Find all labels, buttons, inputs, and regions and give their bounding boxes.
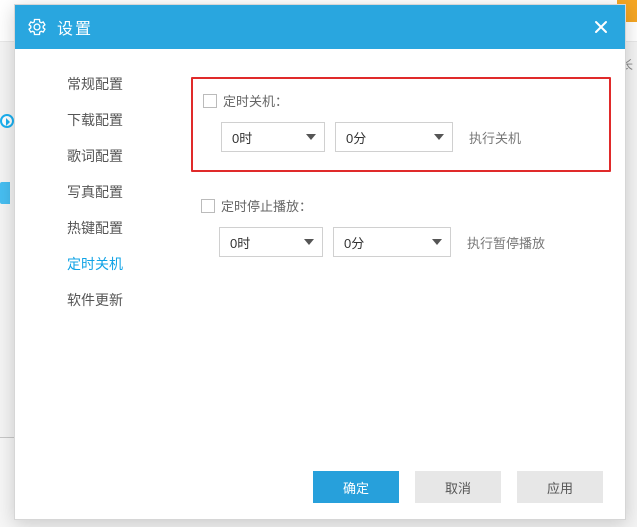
pause-checkbox[interactable]	[201, 199, 215, 213]
close-button[interactable]	[589, 15, 613, 39]
dialog-body: 常规配置 下载配置 歌词配置 写真配置 热键配置 定时关机 软件更新 定时关机：…	[15, 49, 625, 455]
pause-selects: 0时 0分 执行暂停播放	[201, 227, 607, 257]
shutdown-checkbox-label: 定时关机：	[223, 91, 288, 110]
sidebar-item-hotkey[interactable]: 热键配置	[15, 211, 175, 245]
sidebar-item-general[interactable]: 常规配置	[15, 67, 175, 101]
pause-checkbox-label: 定时停止播放：	[221, 196, 312, 215]
pause-hour-select[interactable]: 0时	[219, 227, 323, 257]
gear-icon	[27, 17, 47, 37]
pause-minute-value: 0分	[344, 233, 432, 252]
pause-checkbox-row: 定时停止播放：	[201, 196, 607, 215]
close-icon	[594, 20, 608, 34]
sidebar-item-photo[interactable]: 写真配置	[15, 175, 175, 209]
titlebar: 设置	[15, 5, 625, 49]
shutdown-minute-value: 0分	[346, 128, 434, 147]
pause-hour-value: 0时	[230, 233, 304, 252]
content-pane: 定时关机： 0时 0分 执行关机	[175, 49, 625, 455]
shutdown-action-label: 执行关机	[469, 128, 521, 147]
background-ring-icon	[0, 114, 14, 128]
shutdown-checkbox[interactable]	[203, 94, 217, 108]
sidebar-item-lyrics[interactable]: 歌词配置	[15, 139, 175, 173]
background-blue-chip	[0, 182, 10, 204]
sidebar-item-update[interactable]: 软件更新	[15, 283, 175, 317]
timed-pause-group: 定时停止播放： 0时 0分 执行暂停播放	[201, 196, 607, 257]
sidebar: 常规配置 下载配置 歌词配置 写真配置 热键配置 定时关机 软件更新	[15, 49, 175, 455]
chevron-down-icon	[434, 134, 444, 140]
pause-action-label: 执行暂停播放	[467, 233, 545, 252]
ok-button[interactable]: 确定	[313, 471, 399, 503]
pause-minute-select[interactable]: 0分	[333, 227, 451, 257]
settings-dialog: 设置 常规配置 下载配置 歌词配置 写真配置 热键配置 定时关机 软件更新 定时…	[14, 4, 626, 520]
timed-shutdown-group: 定时关机： 0时 0分 执行关机	[191, 77, 611, 172]
chevron-down-icon	[304, 239, 314, 245]
shutdown-hour-value: 0时	[232, 128, 306, 147]
chevron-down-icon	[306, 134, 316, 140]
chevron-down-icon	[432, 239, 442, 245]
sidebar-item-download[interactable]: 下载配置	[15, 103, 175, 137]
shutdown-minute-select[interactable]: 0分	[335, 122, 453, 152]
apply-button[interactable]: 应用	[517, 471, 603, 503]
shutdown-checkbox-row: 定时关机：	[203, 91, 593, 110]
shutdown-hour-select[interactable]: 0时	[221, 122, 325, 152]
dialog-title: 设置	[57, 15, 93, 39]
dialog-footer: 确定 取消 应用	[15, 455, 625, 519]
sidebar-item-timed-shutdown[interactable]: 定时关机	[15, 247, 175, 281]
cancel-button[interactable]: 取消	[415, 471, 501, 503]
shutdown-selects: 0时 0分 执行关机	[203, 122, 593, 152]
